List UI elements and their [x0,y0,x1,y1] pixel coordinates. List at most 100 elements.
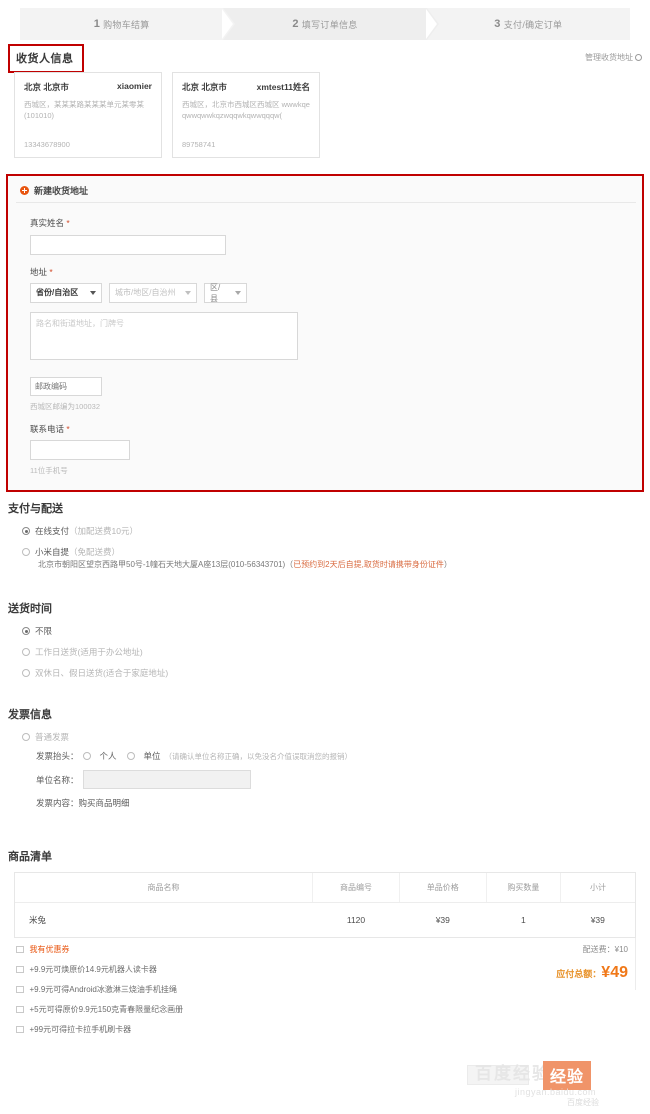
delivery-option-weekday-note: (适用于办公地址) [77,647,143,657]
shipping-fee-label: 配送费： [582,945,615,954]
radio-icon[interactable] [22,527,30,535]
invoice-type-normal[interactable]: 普通发票 [8,731,352,743]
order-totals: 配送费：¥10 应付总额：¥49 [556,944,628,982]
col-product-name: 商品名称 [15,873,314,903]
checkbox-icon[interactable] [16,985,24,994]
step-2-order-info[interactable]: 2 填写订单信息 [223,8,439,40]
required-asterisk: * [66,218,70,228]
watermark: 百度经验 经验 jingyan.baidu.com 百度经验 [455,1053,645,1111]
table-row: 米兔 1120 ¥39 1 ¥39 [15,903,635,938]
coupon-option-addon-3[interactable]: +5元可得原价9.9元150克青春限量纪念画册 [16,1004,183,1015]
real-name-label: 真实姓名 * [30,217,622,229]
invoice-type-normal-label: 普通发票 [35,732,70,742]
address-phone: 13343678900 [24,140,70,149]
goods-section-title: 商品清单 [8,851,52,863]
payment-option-online[interactable]: 在线支付 （加配送费10元） [8,525,452,537]
address-card[interactable]: 北京 北京市 xmtest11姓名 西城区，北京市西城区西城区 wwwkqeqw… [172,72,320,158]
city-select-value: 城市/地区/自治州 [115,288,176,297]
address-region: 北京 北京市 [24,82,69,92]
coupon-option-label: +9.9元可得Android冰激淋三烧油手机挂绳 [29,985,177,994]
cell-quantity: 1 [521,915,526,925]
payment-option-pickup-note: （免配送费） [69,547,121,557]
step-1-arrow-inner-icon [222,9,234,39]
invoice-personal-label: 个人 [99,751,117,761]
delivery-time-section: 送货时间 不限 工作日送货 (适用于办公地址) 双休日、假日送货 (适合于家庭地… [8,600,168,688]
city-select[interactable]: 城市/地区/自治州 [109,282,197,303]
radio-icon[interactable] [126,752,135,760]
col-unit-price: 单品价格 [399,873,487,903]
new-address-heading: 新建收货地址 [34,186,89,196]
coupon-option-addon-1[interactable]: +9.9元可焕原价14.9元机器人读卡器 [16,964,183,975]
manage-addresses-link[interactable]: 管理收货地址 [585,52,642,63]
coupon-option-label: +99元可得拉卡拉手机刷卡器 [29,1025,132,1034]
checkbox-icon[interactable] [16,1025,24,1034]
real-name-input[interactable] [30,234,226,255]
payment-section: 支付与配送 在线支付 （加配送费10元） 小米自提 （免配送费） 北京市朝阳区望… [8,500,452,576]
step-3-payment[interactable]: 3 支付/确定订单 [426,8,630,40]
district-select[interactable]: 区/县 [204,282,247,303]
invoice-section: 发票信息 普通发票 发票抬头： 个人 单位 （请确认单位名称正确，以免没名介值误… [8,706,352,817]
province-select-value: 省份/自治区 [36,288,79,297]
checkbox-icon[interactable] [16,965,24,974]
invoice-company-label: 单位 [143,751,161,761]
col-quantity: 购买数量 [486,873,562,903]
pickup-close-paren: ） [443,560,452,569]
address-card-list: 北京 北京市 xiaomier 西城区，某某某路某某某单元某零某 (101010… [14,72,320,158]
radio-icon[interactable] [22,548,30,556]
radio-icon[interactable] [22,733,30,741]
shipping-fee-value: ¥10 [614,945,628,954]
radio-icon[interactable] [82,752,91,760]
street-address-textarea[interactable] [30,311,298,360]
payment-option-pickup[interactable]: 小米自提 （免配送费） [8,546,452,558]
required-asterisk: * [66,423,70,434]
contact-phone-input[interactable] [30,440,130,460]
checkout-page: 1 购物车结算 2 填写订单信息 3 支付/确定订单 收货人信息 管理收货地址 … [0,0,650,1114]
radio-icon[interactable] [22,669,30,677]
province-select[interactable]: 省份/自治区 [30,282,102,303]
invoice-company-name-label: 单位名称： [36,774,79,785]
coupon-list: 我有优惠券 +9.9元可焕原价14.9元机器人读卡器 +9.9元可得Androi… [16,944,183,1044]
delivery-option-anytime[interactable]: 不限 [8,625,168,637]
manage-addresses-label: 管理收货地址 [585,53,633,62]
goods-section: 商品清单 [8,848,52,873]
coupon-option-have-coupon[interactable]: 我有优惠券 [16,944,183,955]
delivery-option-weekend-label: 双休日、假日送货 [35,668,104,678]
checkbox-icon[interactable] [16,945,24,954]
payment-option-online-note: （加配送费10元） [69,526,138,536]
watermark-subtitle: 百度经验 [567,1098,599,1107]
radio-icon[interactable] [22,627,30,635]
invoice-company-name-row: 单位名称： [8,770,352,789]
invoice-content-label: 发票内容：购买商品明细 [36,798,130,808]
address-phone: 89758741 [182,140,216,149]
address-card-header: 北京 北京市 xiaomier [24,81,152,93]
chevron-down-icon [235,290,241,295]
recipient-section-title: 收货人信息 [16,53,74,65]
delivery-option-weekday[interactable]: 工作日送货 (适用于办公地址) [8,646,168,658]
invoice-header-row: 发票抬头： 个人 单位 （请确认单位名称正确，以免没名介值误取消您的报销） [8,750,352,762]
step-1-cart[interactable]: 1 购物车结算 [20,8,236,40]
coupon-option-addon-4[interactable]: +99元可得拉卡拉手机刷卡器 [16,1024,183,1035]
goods-table-wrapper: 商品名称 商品编号 单品价格 购买数量 小计 米兔 1120 ¥39 1 ¥39 [14,872,636,938]
invoice-header-label: 发票抬头： [36,751,79,761]
step-2-label: 填写订单信息 [301,19,358,30]
delivery-option-weekend[interactable]: 双休日、假日送货 (适合于家庭地址) [8,667,168,679]
invoice-company-name-input[interactable] [82,770,251,789]
delivery-time-title: 送货时间 [8,603,52,615]
zip-hint: 西城区邮编为100032 [30,401,101,411]
step-2-number: 2 [292,18,299,30]
radio-icon[interactable] [22,648,30,656]
address-card[interactable]: 北京 北京市 xiaomier 西城区，某某某路某某某单元某零某 (101010… [14,72,162,158]
cell-subtotal: ¥39 [590,915,605,925]
checkbox-icon[interactable] [16,1005,24,1014]
pickup-warning-text: 已预约到2天后自提,取货时请携带身份证件 [293,560,444,569]
new-address-toggle[interactable]: 新建收货地址 [20,184,88,197]
address-detail: 西城区，北京市西城区西城区 wwwkqeqwwqwwkqzwqqwkqwwqqq… [182,100,310,121]
chevron-down-icon [185,290,191,295]
zip-code-input[interactable] [30,376,102,396]
step-3-label: 支付/确定订单 [503,19,563,30]
coupon-option-addon-2[interactable]: +9.9元可得Android冰激淋三烧油手机挂绳 [16,984,183,995]
watermark-url: jingyan.baidu.com [515,1087,597,1097]
watermark-main-text: 经验 [543,1061,592,1090]
goods-table-header-row: 商品名称 商品编号 单品价格 购买数量 小计 [15,873,635,903]
address-label: 地址 * [30,266,622,278]
